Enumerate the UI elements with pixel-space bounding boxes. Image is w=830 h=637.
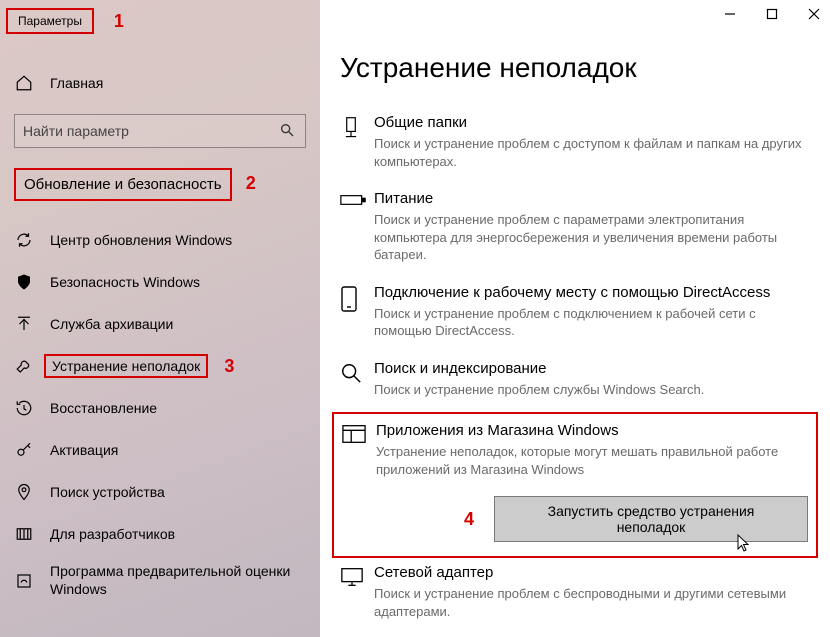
troubleshoot-item-title: Питание — [374, 190, 810, 207]
close-button[interactable] — [804, 4, 824, 24]
home-icon — [14, 73, 34, 93]
battery-icon — [340, 190, 374, 264]
sidebar-item-windows-update[interactable]: Центр обновления Windows — [0, 219, 320, 261]
history-icon — [14, 398, 34, 418]
sidebar-item-recovery[interactable]: Восстановление — [0, 387, 320, 429]
troubleshoot-item-store-apps[interactable]: Приложения из Магазина Windows Устранени… — [332, 412, 818, 558]
cursor-icon — [736, 533, 752, 556]
search-icon — [340, 360, 374, 399]
sync-icon — [14, 230, 34, 250]
sidebar-item-troubleshoot[interactable]: Устранение неполадок 3 — [0, 345, 320, 387]
search-input-container[interactable] — [14, 114, 306, 148]
sidebar-section-header: Обновление и безопасность 2 — [0, 160, 320, 209]
troubleshoot-item-title: Сетевой адаптер — [374, 564, 810, 581]
insider-icon — [14, 571, 34, 591]
sidebar-item-label: Центр обновления Windows — [50, 232, 306, 248]
annotation-1: 1 — [114, 11, 124, 31]
minimize-button[interactable] — [720, 4, 740, 24]
nav-home[interactable]: Главная — [0, 62, 320, 104]
run-troubleshooter-button[interactable]: Запустить средство устранения неполадок — [494, 496, 808, 542]
sidebar-item-label: Программа предварительной оценки Windows — [50, 563, 306, 598]
shared-folders-icon — [340, 114, 374, 170]
troubleshoot-item-desc: Поиск и устранение проблем службы Window… — [374, 381, 810, 399]
sidebar-item-label: Устранение неполадок — [52, 358, 200, 374]
settings-window: Параметры 1 Главная Обновление и безопас… — [0, 0, 830, 637]
troubleshoot-item-title: Поиск и индексирование — [374, 360, 810, 377]
annotation-2: 2 — [246, 173, 256, 193]
app-title: Параметры — [6, 8, 94, 34]
troubleshoot-item-desc: Устранение неполадок, которые могут меша… — [376, 443, 808, 478]
troubleshoot-item-desc: Поиск и устранение проблем с параметрами… — [374, 211, 810, 264]
annotation-4: 4 — [464, 509, 474, 530]
shield-icon — [14, 272, 34, 292]
key-icon — [14, 440, 34, 460]
troubleshoot-item-desc: Поиск и устранение проблем с подключение… — [374, 305, 810, 340]
search-input[interactable] — [23, 123, 279, 139]
sidebar-item-label: Восстановление — [50, 400, 306, 416]
troubleshoot-item-desc: Поиск и устранение проблем с доступом к … — [374, 135, 810, 170]
troubleshoot-item-directaccess[interactable]: Подключение к рабочему месту с помощью D… — [340, 278, 810, 354]
sidebar-item-label: Для разработчиков — [50, 526, 306, 542]
sidebar: Параметры 1 Главная Обновление и безопас… — [0, 0, 320, 637]
annotation-3: 3 — [224, 356, 234, 377]
sidebar-item-label: Безопасность Windows — [50, 274, 306, 290]
troubleshoot-item-title: Подключение к рабочему месту с помощью D… — [374, 284, 810, 301]
sidebar-item-label: Служба архивации — [50, 316, 306, 332]
phone-icon — [340, 284, 374, 340]
troubleshoot-item-title: Общие папки — [374, 114, 810, 131]
sidebar-item-developers[interactable]: Для разработчиков — [0, 513, 320, 555]
sidebar-section-label: Обновление и безопасность — [14, 168, 232, 201]
main-panel: Устранение неполадок Общие папки Поиск и… — [320, 0, 830, 637]
troubleshoot-item-desc: Поиск и устранение проблем с беспроводны… — [374, 585, 810, 620]
wrench-icon — [14, 356, 34, 376]
page-title: Устранение неполадок — [340, 52, 810, 84]
upload-icon — [14, 314, 34, 334]
window-controls — [720, 4, 824, 24]
sidebar-item-windows-security[interactable]: Безопасность Windows — [0, 261, 320, 303]
troubleshoot-item-shared-folders[interactable]: Общие папки Поиск и устранение проблем с… — [340, 108, 810, 184]
monitor-icon — [340, 564, 374, 620]
sidebar-nav-list: Центр обновления Windows Безопасность Wi… — [0, 219, 320, 606]
sidebar-item-label: Активация — [50, 442, 306, 458]
maximize-button[interactable] — [762, 4, 782, 24]
troubleshoot-item-title: Приложения из Магазина Windows — [376, 422, 808, 439]
troubleshoot-item-power[interactable]: Питание Поиск и устранение проблем с пар… — [340, 184, 810, 278]
sidebar-item-label: Поиск устройства — [50, 484, 306, 500]
sidebar-item-find-device[interactable]: Поиск устройства — [0, 471, 320, 513]
sidebar-item-backup[interactable]: Служба архивации — [0, 303, 320, 345]
search-icon — [279, 122, 297, 140]
troubleshoot-item-search-index[interactable]: Поиск и индексирование Поиск и устранени… — [340, 354, 810, 413]
location-icon — [14, 482, 34, 502]
developer-icon — [14, 524, 34, 544]
sidebar-item-activation[interactable]: Активация — [0, 429, 320, 471]
sidebar-item-insider[interactable]: Программа предварительной оценки Windows — [0, 555, 320, 606]
nav-home-label: Главная — [50, 75, 306, 91]
troubleshoot-item-network-adapter[interactable]: Сетевой адаптер Поиск и устранение пробл… — [340, 558, 810, 634]
window-icon — [342, 422, 376, 542]
